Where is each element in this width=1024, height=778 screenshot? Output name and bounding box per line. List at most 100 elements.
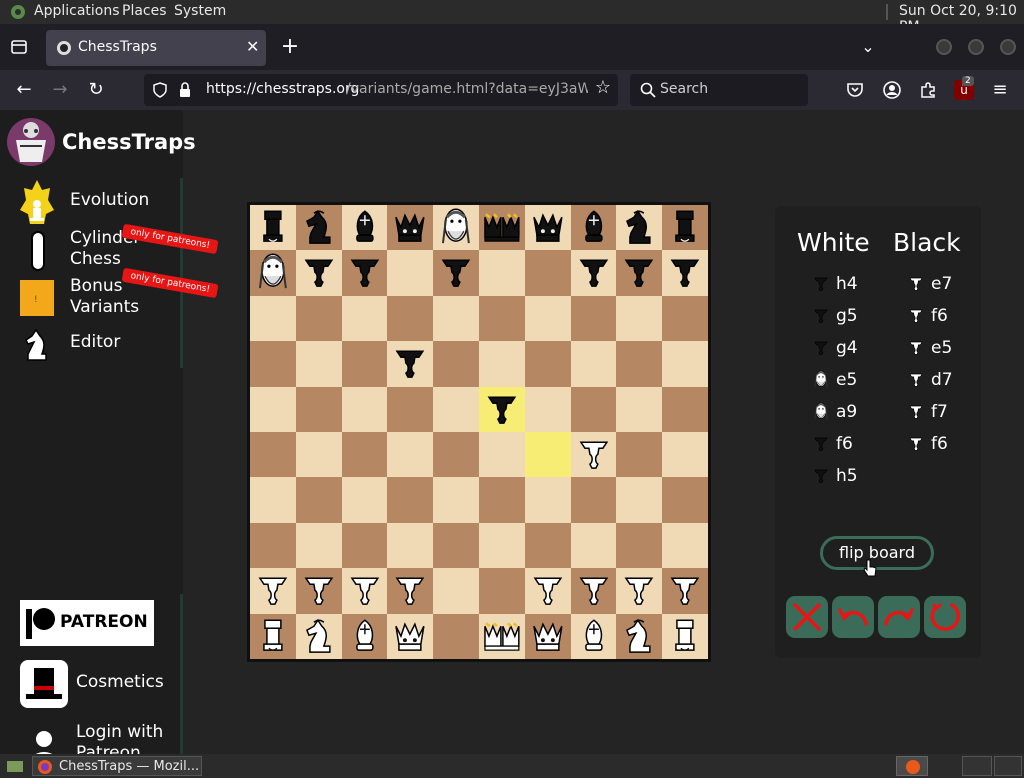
new-tab-icon[interactable]: +	[278, 35, 302, 59]
move-entry[interactable]: f6	[909, 306, 948, 326]
board-square[interactable]	[250, 250, 296, 296]
redo-button[interactable]	[878, 596, 920, 638]
board-square[interactable]	[616, 522, 663, 569]
board-square[interactable]	[662, 613, 708, 659]
board-square[interactable]	[570, 250, 617, 296]
board-square[interactable]	[524, 250, 571, 296]
board-square[interactable]	[616, 205, 663, 251]
workspace-3[interactable]	[994, 756, 1022, 776]
board-square[interactable]	[479, 613, 525, 659]
gnome-foot-icon[interactable]	[10, 4, 26, 20]
board-square[interactable]	[250, 568, 296, 614]
board-square[interactable]	[433, 341, 479, 387]
move-entry[interactable]: f6	[909, 434, 948, 454]
board-square[interactable]	[433, 432, 479, 478]
search-field[interactable]: Search	[630, 74, 808, 106]
show-desktop-icon[interactable]	[6, 758, 24, 774]
board-square[interactable]	[616, 386, 663, 432]
board-square[interactable]	[387, 432, 434, 478]
brand-link[interactable]: ChessTraps	[6, 116, 196, 172]
board-square[interactable]	[570, 386, 617, 432]
close-tab-icon[interactable]: ✕	[246, 37, 259, 56]
sidebar-item-cylinder-chess[interactable]: Cylinder Chess only for patreons!	[0, 223, 219, 274]
board-square[interactable]	[479, 205, 525, 251]
restart-button[interactable]	[924, 596, 966, 638]
board-square[interactable]	[662, 477, 708, 523]
move-entry[interactable]: f6	[814, 434, 853, 454]
lock-icon[interactable]	[178, 82, 192, 98]
board-square[interactable]	[662, 522, 708, 569]
taskbar-window-button[interactable]: ChessTraps — Mozil...	[32, 756, 202, 776]
board-square[interactable]	[295, 386, 342, 432]
board-square[interactable]	[341, 432, 388, 478]
move-entry[interactable]: h4	[814, 274, 858, 294]
board-square[interactable]	[433, 205, 479, 251]
board-square[interactable]	[616, 477, 663, 523]
system-menu[interactable]: System	[174, 3, 226, 19]
url-bar[interactable]: https://chesstraps.org /variants/game.ht…	[144, 74, 618, 106]
board-square[interactable]	[341, 341, 388, 387]
board-square[interactable]	[250, 522, 296, 569]
board-square[interactable]	[524, 295, 571, 342]
close-window-button[interactable]	[1000, 39, 1016, 55]
board-square[interactable]	[616, 613, 663, 659]
board-square[interactable]	[524, 205, 571, 251]
move-entry[interactable]: g5	[814, 306, 858, 326]
board-square[interactable]	[433, 522, 479, 569]
places-menu[interactable]: Places	[122, 3, 167, 19]
board-square[interactable]	[387, 477, 434, 523]
board-square[interactable]	[570, 205, 617, 251]
sidebar-item-editor[interactable]: Editor	[0, 328, 183, 362]
board-square[interactable]	[341, 250, 388, 296]
board-square[interactable]	[295, 522, 342, 569]
board-square[interactable]	[295, 613, 342, 659]
board-square[interactable]	[433, 250, 479, 296]
board-square[interactable]	[662, 341, 708, 387]
board-square[interactable]	[570, 477, 617, 523]
hamburger-menu-icon[interactable]: ≡	[988, 78, 1012, 102]
workspace-1[interactable]	[896, 756, 928, 776]
board-square[interactable]	[479, 477, 525, 523]
board-square[interactable]	[387, 522, 434, 569]
board-square[interactable]	[662, 568, 708, 614]
move-entry[interactable]: e5	[814, 370, 857, 390]
bookmark-star-icon[interactable]: ☆	[588, 77, 618, 103]
chessboard[interactable]	[250, 205, 708, 659]
tab-overview-icon[interactable]	[10, 38, 28, 56]
back-arrow-icon[interactable]: ←	[12, 78, 36, 102]
board-square[interactable]	[341, 205, 388, 251]
move-entry[interactable]: f7	[909, 402, 948, 422]
board-square[interactable]	[479, 295, 525, 342]
board-square[interactable]	[479, 432, 525, 478]
minimize-button[interactable]	[936, 39, 952, 55]
board-square[interactable]	[616, 295, 663, 342]
board-square[interactable]	[295, 250, 342, 296]
board-square[interactable]	[570, 295, 617, 342]
move-entry[interactable]: g4	[814, 338, 858, 358]
board-square[interactable]	[570, 613, 617, 659]
board-square[interactable]	[295, 568, 342, 614]
board-square[interactable]	[433, 295, 479, 342]
board-square[interactable]	[616, 432, 663, 478]
account-icon[interactable]	[883, 81, 901, 99]
board-square[interactable]	[662, 295, 708, 342]
board-square[interactable]	[616, 250, 663, 296]
list-tabs-chevron-down-icon[interactable]: ⌄	[856, 35, 880, 59]
extensions-puzzle-icon[interactable]	[919, 81, 937, 99]
board-square[interactable]	[524, 613, 571, 659]
forward-arrow-icon[interactable]: →	[48, 78, 72, 102]
board-square[interactable]	[662, 205, 708, 251]
move-entry[interactable]: e5	[909, 338, 952, 358]
board-square[interactable]	[433, 477, 479, 523]
pocket-icon[interactable]	[846, 81, 864, 99]
board-square[interactable]	[387, 295, 434, 342]
shield-icon[interactable]	[152, 82, 168, 98]
board-square[interactable]	[662, 386, 708, 432]
board-square[interactable]	[387, 205, 434, 251]
board-square[interactable]	[524, 522, 571, 569]
undo-button[interactable]	[832, 596, 874, 638]
move-entry[interactable]: a9	[814, 402, 857, 422]
board-square[interactable]	[387, 613, 434, 659]
board-square[interactable]	[433, 568, 479, 614]
board-square[interactable]	[295, 205, 342, 251]
